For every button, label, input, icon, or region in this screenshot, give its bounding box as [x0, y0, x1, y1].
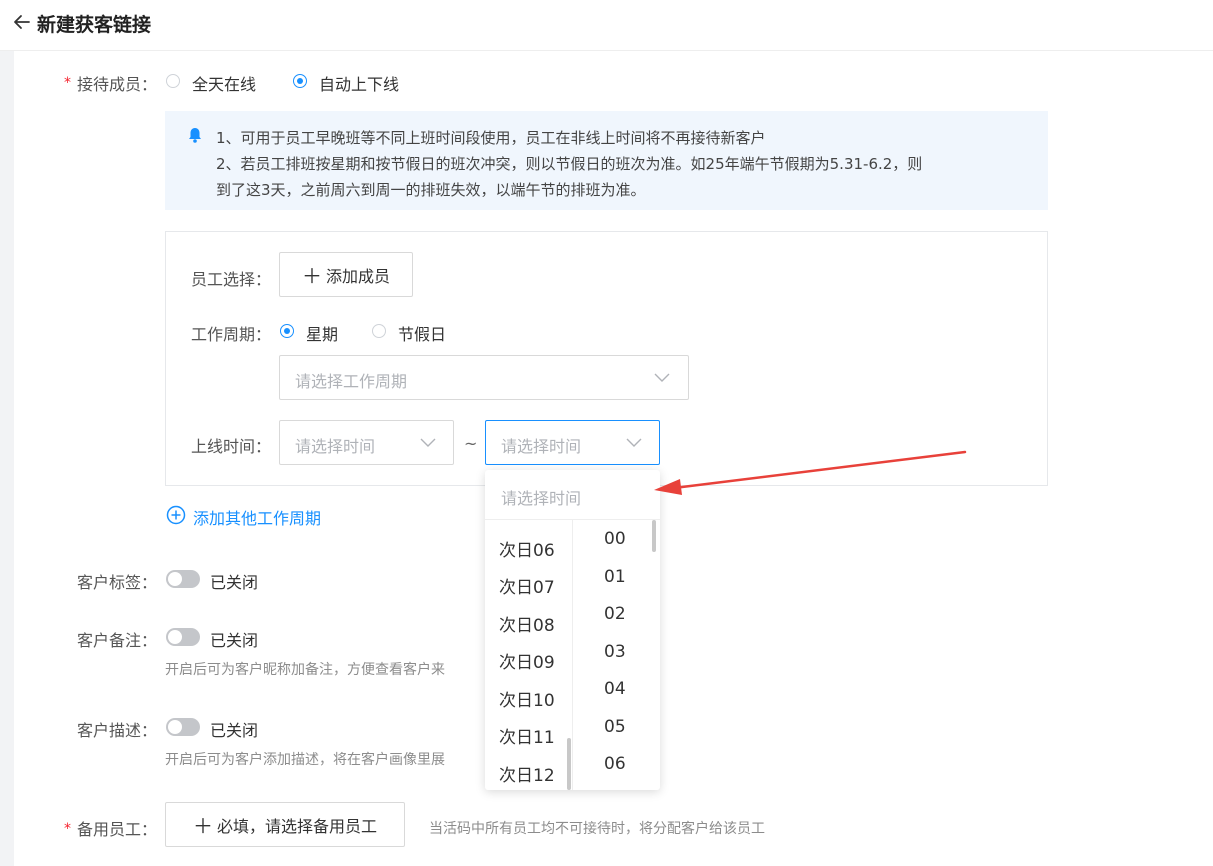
- customer-desc-label: 客户描述：: [77, 721, 158, 740]
- time-picker-dropdown: 请选择时间 次日06 次日07 次日08 次日09 次日10 次日11 次日12…: [485, 470, 660, 790]
- add-circle-icon[interactable]: [166, 505, 186, 525]
- customer-remark-hint: 开启后可为客户昵称加备注，方便查看客户来: [165, 662, 445, 678]
- hour-column: 次日06 次日07 次日08 次日09 次日10 次日11 次日12: [485, 520, 573, 790]
- work-period-label: 工作周期：: [191, 325, 272, 344]
- customer-remark-switch[interactable]: [166, 628, 200, 646]
- time-range-separator: ~: [464, 434, 478, 453]
- radio-holiday-label[interactable]: 节假日: [398, 321, 446, 345]
- online-time-label: 上线时间：: [191, 437, 272, 456]
- chevron-down-icon: [654, 373, 670, 382]
- minute-option[interactable]: 02: [604, 604, 626, 624]
- backup-staff-label: 备用员工：: [77, 820, 158, 839]
- customer-remark-status: 已关闭: [210, 631, 259, 650]
- minute-option[interactable]: 04: [604, 679, 626, 699]
- hour-option[interactable]: 次日12: [499, 761, 555, 786]
- left-gutter: [0, 51, 14, 866]
- page-title: 新建获客链接: [37, 14, 152, 36]
- reception-label: 接待成员：: [77, 75, 158, 94]
- add-work-period-link[interactable]: 添加其他工作周期: [193, 505, 321, 529]
- customer-tag-label: 客户标签：: [77, 573, 158, 592]
- chevron-down-icon: [420, 438, 436, 447]
- radio-auto-online[interactable]: [293, 74, 307, 88]
- minute-option[interactable]: 05: [604, 717, 626, 737]
- required-mark: *: [64, 75, 71, 91]
- customer-desc-switch[interactable]: [166, 718, 200, 736]
- customer-desc-status: 已关闭: [210, 721, 259, 740]
- radio-auto-online-label[interactable]: 自动上下线: [319, 71, 399, 95]
- hour-option[interactable]: 次日06: [499, 536, 555, 561]
- customer-tag-status: 已关闭: [210, 573, 259, 592]
- top-bar: [0, 0, 1213, 51]
- hour-option[interactable]: 次日10: [499, 686, 555, 711]
- radio-weekday-label[interactable]: 星期: [306, 321, 338, 345]
- minute-option[interactable]: 06: [604, 754, 626, 774]
- minute-column: 00 01 02 03 04 05 06: [573, 520, 660, 790]
- minute-scrollbar[interactable]: [652, 520, 656, 552]
- customer-tag-switch[interactable]: [166, 570, 200, 588]
- notice-line-1: 1、可用于员工早晚班等不同上班时间段使用，员工在非线上时间将不再接待新客户: [216, 129, 766, 147]
- hour-option[interactable]: 次日09: [499, 648, 555, 673]
- hour-option[interactable]: 次日08: [499, 611, 555, 636]
- customer-desc-hint: 开启后可为客户添加描述，将在客户画像里展: [165, 752, 445, 768]
- add-member-button[interactable]: ＋ 添加成员: [279, 252, 413, 297]
- minute-option[interactable]: 00: [604, 529, 626, 549]
- radio-weekday[interactable]: [280, 324, 294, 338]
- required-mark: *: [64, 821, 71, 837]
- hour-option[interactable]: 次日11: [499, 723, 555, 748]
- time-search-input[interactable]: 请选择时间: [485, 470, 660, 520]
- minute-option[interactable]: 01: [604, 567, 626, 587]
- staff-select-label: 员工选择：: [191, 270, 272, 289]
- radio-all-day[interactable]: [166, 74, 180, 88]
- select-backup-staff-button[interactable]: ＋ 必填，请选择备用员工: [165, 802, 405, 847]
- arrow-left-icon[interactable]: [12, 12, 32, 32]
- backup-staff-hint: 当活码中所有员工均不可接待时，将分配客户给该员工: [429, 821, 765, 837]
- annotation-arrow-icon: [654, 450, 967, 495]
- plus-icon: ＋: [192, 814, 213, 838]
- minute-option[interactable]: 03: [604, 642, 626, 662]
- radio-all-day-label[interactable]: 全天在线: [192, 71, 256, 95]
- time-search-placeholder: 请选择时间: [501, 489, 582, 508]
- notice-line-2: 2、若员工排班按星期和按节假日的班次冲突，则以节假日的班次为准。如25年端午节假…: [216, 155, 923, 173]
- hour-scrollbar[interactable]: [567, 738, 571, 790]
- start-time-placeholder: 请选择时间: [295, 437, 376, 456]
- customer-remark-label: 客户备注：: [77, 631, 158, 650]
- work-period-placeholder: 请选择工作周期: [295, 372, 408, 391]
- radio-holiday[interactable]: [372, 324, 386, 338]
- bell-icon: [189, 128, 201, 143]
- plus-icon: ＋: [301, 264, 322, 288]
- hour-option[interactable]: 次日07: [499, 573, 555, 598]
- end-time-placeholder: 请选择时间: [501, 437, 582, 456]
- notice-line-3: 到了这3天，之前周六到周一的排班失效，以端午节的排班为准。: [216, 181, 646, 199]
